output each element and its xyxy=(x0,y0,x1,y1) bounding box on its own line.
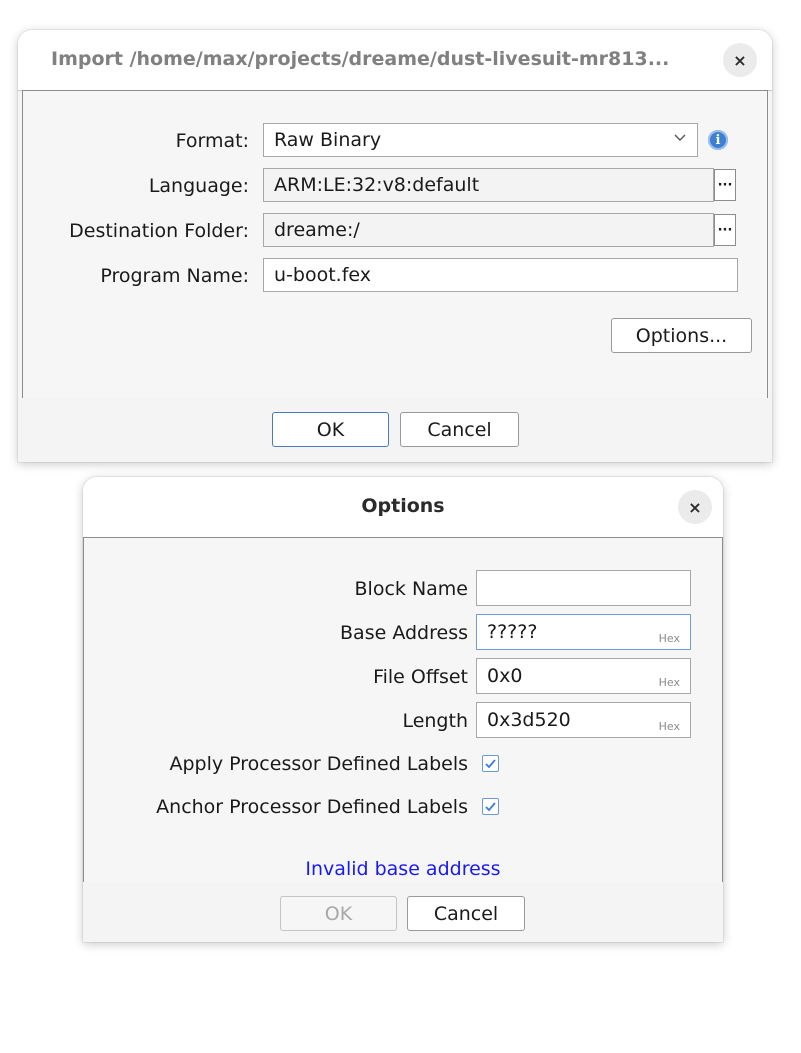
ok-button[interactable]: OK xyxy=(280,896,397,931)
anchor-labels-label: Anchor Processor Defined Labels xyxy=(156,796,468,818)
language-field: ARM:LE:32:v8:default xyxy=(263,168,714,202)
cancel-button[interactable]: Cancel xyxy=(400,412,519,447)
base-address-value: ????? xyxy=(487,621,538,643)
file-offset-value: 0x0 xyxy=(487,665,523,687)
import-dialog-title: Import /home/max/projects/dreame/dust-li… xyxy=(51,48,670,70)
options-dialog-content: Block Name Base Address ????? Hex File O… xyxy=(83,537,723,883)
length-input[interactable]: 0x3d520 Hex xyxy=(476,702,691,738)
base-address-label: Base Address xyxy=(340,622,468,644)
file-offset-input[interactable]: 0x0 Hex xyxy=(476,658,691,694)
format-select[interactable]: Raw Binary xyxy=(263,123,698,157)
program-name-value: u-boot.fex xyxy=(274,264,371,286)
apply-labels-label: Apply Processor Defined Labels xyxy=(169,753,468,775)
file-offset-label: File Offset xyxy=(373,666,468,688)
program-name-label: Program Name: xyxy=(100,265,249,287)
language-label: Language: xyxy=(148,175,249,197)
file-offset-hex-tag: Hex xyxy=(658,676,680,689)
block-name-label: Block Name xyxy=(354,578,468,600)
import-dialog-footer: OK Cancel xyxy=(18,398,772,462)
length-value: 0x3d520 xyxy=(487,709,571,731)
checkmark-icon xyxy=(485,759,496,769)
checkmark-icon xyxy=(485,802,496,812)
anchor-labels-checkbox[interactable] xyxy=(482,798,499,815)
format-value: Raw Binary xyxy=(274,129,382,151)
import-dialog-titlebar[interactable]: Import /home/max/projects/dreame/dust-li… xyxy=(18,30,772,91)
options-dialog: Options × Block Name Base Address ????? … xyxy=(83,477,723,942)
program-name-input[interactable]: u-boot.fex xyxy=(263,258,738,292)
close-icon[interactable]: × xyxy=(678,490,712,524)
destination-folder-field: dreame:/ xyxy=(263,213,714,247)
apply-labels-checkbox[interactable] xyxy=(482,755,499,772)
language-browse-button[interactable]: ··· xyxy=(714,169,736,201)
block-name-input[interactable] xyxy=(476,570,691,606)
info-icon[interactable]: i xyxy=(708,130,728,150)
base-address-input[interactable]: ????? Hex xyxy=(476,614,691,650)
length-label: Length xyxy=(402,710,468,732)
destination-browse-button[interactable]: ··· xyxy=(714,214,736,246)
format-label: Format: xyxy=(175,130,249,152)
close-icon[interactable]: × xyxy=(723,43,757,77)
cancel-button[interactable]: Cancel xyxy=(407,896,525,931)
options-dialog-title: Options xyxy=(361,495,445,517)
import-dialog: Import /home/max/projects/dreame/dust-li… xyxy=(18,30,772,462)
language-value: ARM:LE:32:v8:default xyxy=(274,174,480,196)
status-message: Invalid base address xyxy=(305,858,501,880)
length-hex-tag: Hex xyxy=(658,720,680,733)
options-dialog-titlebar[interactable]: Options × xyxy=(83,477,723,538)
base-address-hex-tag: Hex xyxy=(658,632,680,645)
destination-folder-value: dreame:/ xyxy=(274,219,360,241)
options-button[interactable]: Options... xyxy=(611,318,752,353)
chevron-down-icon xyxy=(673,130,687,148)
options-dialog-footer: OK Cancel xyxy=(83,882,723,942)
ok-button[interactable]: OK xyxy=(272,412,389,447)
import-dialog-content: Format: Raw Binary i Language: ARM:LE:32… xyxy=(22,90,768,400)
destination-folder-label: Destination Folder: xyxy=(69,220,249,242)
